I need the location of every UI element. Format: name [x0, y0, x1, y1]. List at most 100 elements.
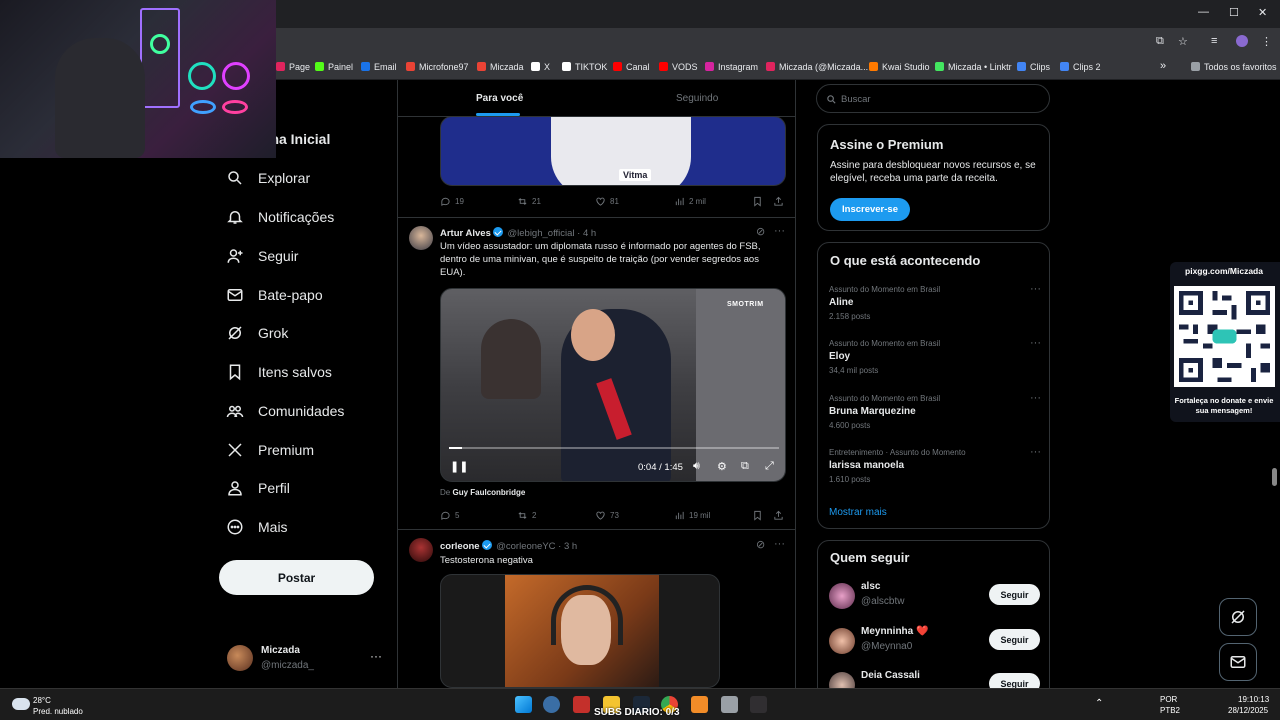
bookmark-vods[interactable]: VODS — [659, 62, 698, 72]
settings-app-icon[interactable] — [543, 696, 560, 713]
author-handle[interactable]: @lebigh_official · 4 h — [508, 228, 597, 239]
author-name[interactable]: Artur Alves — [440, 228, 491, 239]
bookmark-miczada[interactable]: Miczada — [477, 62, 524, 72]
bookmark-canal[interactable]: Canal — [613, 62, 650, 72]
close-button[interactable]: ✕ — [1258, 6, 1267, 19]
reply-button[interactable]: 19 — [440, 196, 464, 207]
views-button[interactable]: 19 mil — [674, 510, 710, 521]
nav-itens-salvos[interactable]: Itens salvos — [226, 354, 332, 390]
bookmark-email[interactable]: Email — [361, 62, 397, 72]
nav-premium[interactable]: Premium — [226, 432, 314, 468]
trend-item[interactable]: Entretenimento · Assunto do Momento lari… — [829, 446, 1041, 484]
nav-bate-papo[interactable]: Bate-papo — [226, 277, 323, 313]
media-icon[interactable]: ≡ — [1211, 35, 1217, 47]
author-handle[interactable]: @corleoneYC · 3 h — [496, 541, 577, 552]
trend-more-button[interactable]: ··· — [1030, 337, 1041, 349]
start-icon[interactable] — [515, 696, 532, 713]
bookmark-button[interactable] — [752, 196, 767, 207]
volume-icon[interactable]: 🔊︎ — [693, 460, 700, 473]
trend-more-button[interactable]: ··· — [1030, 446, 1041, 458]
post-button[interactable]: Postar — [219, 560, 374, 595]
author-name[interactable]: corleone — [440, 541, 480, 552]
grok-icon[interactable]: ⊘ — [756, 225, 765, 238]
menu-icon[interactable]: ⋮ — [1261, 35, 1272, 48]
bookmarks-overflow[interactable]: » — [1160, 60, 1166, 72]
tweet-more-button[interactable]: ··· — [774, 225, 785, 237]
bookmark-instagram[interactable]: Instagram — [705, 62, 758, 72]
grok-fab[interactable] — [1219, 598, 1257, 636]
nav-grok[interactable]: Grok — [226, 315, 288, 351]
like-button[interactable]: 73 — [595, 510, 619, 521]
trend-more-button[interactable]: ··· — [1030, 283, 1041, 295]
bookmark-clips2[interactable]: Clips 2 — [1060, 62, 1101, 72]
nav-notificacoes[interactable]: Notificações — [226, 199, 334, 235]
trend-more-button[interactable]: ··· — [1030, 392, 1041, 404]
subscribe-button[interactable]: Inscrever-se — [830, 198, 910, 221]
obs-icon[interactable] — [750, 696, 767, 713]
language-indicator[interactable]: POR — [1160, 695, 1177, 704]
follow-button[interactable]: Seguir — [989, 629, 1040, 650]
tweet-more-button[interactable]: ··· — [774, 538, 785, 550]
tab-seguindo[interactable]: Seguindo — [676, 93, 718, 104]
minimize-button[interactable]: — — [1198, 6, 1209, 18]
settings-icon[interactable]: ⚙ — [717, 460, 727, 473]
follow-suggestion[interactable]: alsc @alscbtw Seguir — [829, 581, 1041, 611]
app-icon[interactable] — [691, 696, 708, 713]
video-player[interactable]: SMOTRIM ❚❚ 0:04 / 1:45 🔊︎ ⚙ ⧉ ⤢ — [440, 288, 786, 482]
install-icon[interactable]: ⧉ — [1156, 35, 1164, 48]
pip-icon[interactable]: ⧉ — [741, 460, 749, 473]
account-switcher[interactable]: Miczada @miczada_ ··· — [227, 643, 387, 679]
grok-icon[interactable]: ⊘ — [756, 538, 765, 551]
scrollbar-thumb[interactable] — [1272, 468, 1277, 486]
reply-button[interactable]: 5 — [440, 510, 459, 521]
trend-item[interactable]: Assunto do Momento em Brasil Aline 2.158… — [829, 283, 1041, 321]
nav-comunidades[interactable]: Comunidades — [226, 393, 344, 429]
tweet-image[interactable]: Vitma — [440, 116, 786, 186]
tweet-image[interactable] — [440, 574, 720, 688]
trend-item[interactable]: Assunto do Momento em Brasil Eloy 34,4 m… — [829, 337, 1041, 375]
bookmark-button[interactable] — [752, 510, 767, 521]
repost-button[interactable]: 2 — [517, 510, 536, 521]
trend-item[interactable]: Assunto do Momento em Brasil Bruna Marqu… — [829, 392, 1041, 430]
clock-date[interactable]: 28/12/2025 — [1228, 706, 1268, 715]
nav-mais[interactable]: Mais — [226, 509, 288, 545]
repost-button[interactable]: 21 — [517, 196, 541, 207]
messages-fab[interactable] — [1219, 643, 1257, 681]
fullscreen-icon[interactable]: ⤢ — [765, 460, 774, 473]
tab-para-voce[interactable]: Para você — [476, 93, 523, 104]
share-button[interactable] — [773, 510, 788, 521]
maximize-button[interactable]: ☐ — [1229, 6, 1239, 19]
follow-button[interactable]: Seguir — [989, 584, 1040, 605]
star-icon[interactable]: ☆ — [1178, 35, 1188, 48]
avatar[interactable] — [409, 226, 433, 250]
clock-time[interactable]: 19:10:13 — [1238, 695, 1269, 704]
bookmark-microfone[interactable]: Microfone97 — [406, 62, 469, 72]
follow-suggestion[interactable]: Meynninha ❤️ @Meynna0 Seguir — [829, 626, 1041, 656]
keyboard-indicator[interactable]: PTB2 — [1160, 706, 1180, 715]
app-icon[interactable] — [573, 696, 590, 713]
video-progress-bar[interactable] — [449, 447, 779, 449]
bookmark-miczada-ig[interactable]: Miczada (@Miczada... — [766, 62, 868, 72]
profile-avatar[interactable] — [1236, 35, 1248, 47]
credit-name[interactable]: Guy Faulconbridge — [452, 488, 525, 497]
all-favorites[interactable]: Todos os favoritos — [1191, 62, 1277, 72]
app-icon[interactable] — [721, 696, 738, 713]
nav-seguir[interactable]: Seguir — [226, 238, 298, 274]
views-button[interactable]: 2 mil — [674, 196, 706, 207]
nav-perfil[interactable]: Perfil — [226, 470, 290, 506]
like-button[interactable]: 81 — [595, 196, 619, 207]
show-more-link[interactable]: Mostrar mais — [829, 507, 887, 518]
avatar[interactable] — [409, 538, 433, 562]
account-more-button[interactable]: ··· — [370, 649, 382, 663]
search-input[interactable]: Buscar — [816, 84, 1050, 113]
bookmark-page[interactable]: Page — [276, 62, 310, 72]
share-button[interactable] — [773, 196, 788, 207]
pause-icon[interactable]: ❚❚ — [450, 460, 468, 473]
bookmark-tiktok[interactable]: TIKTOK — [562, 62, 607, 72]
bookmark-linktree[interactable]: Miczada • Linktr — [935, 62, 1012, 72]
bookmark-clips[interactable]: Clips — [1017, 62, 1050, 72]
bookmark-painel[interactable]: Painel — [315, 62, 353, 72]
nav-explorar[interactable]: Explorar — [226, 160, 310, 196]
bookmark-kwai[interactable]: Kwai Studio — [869, 62, 930, 72]
tray-overflow-icon[interactable]: ⌃ — [1095, 698, 1103, 709]
